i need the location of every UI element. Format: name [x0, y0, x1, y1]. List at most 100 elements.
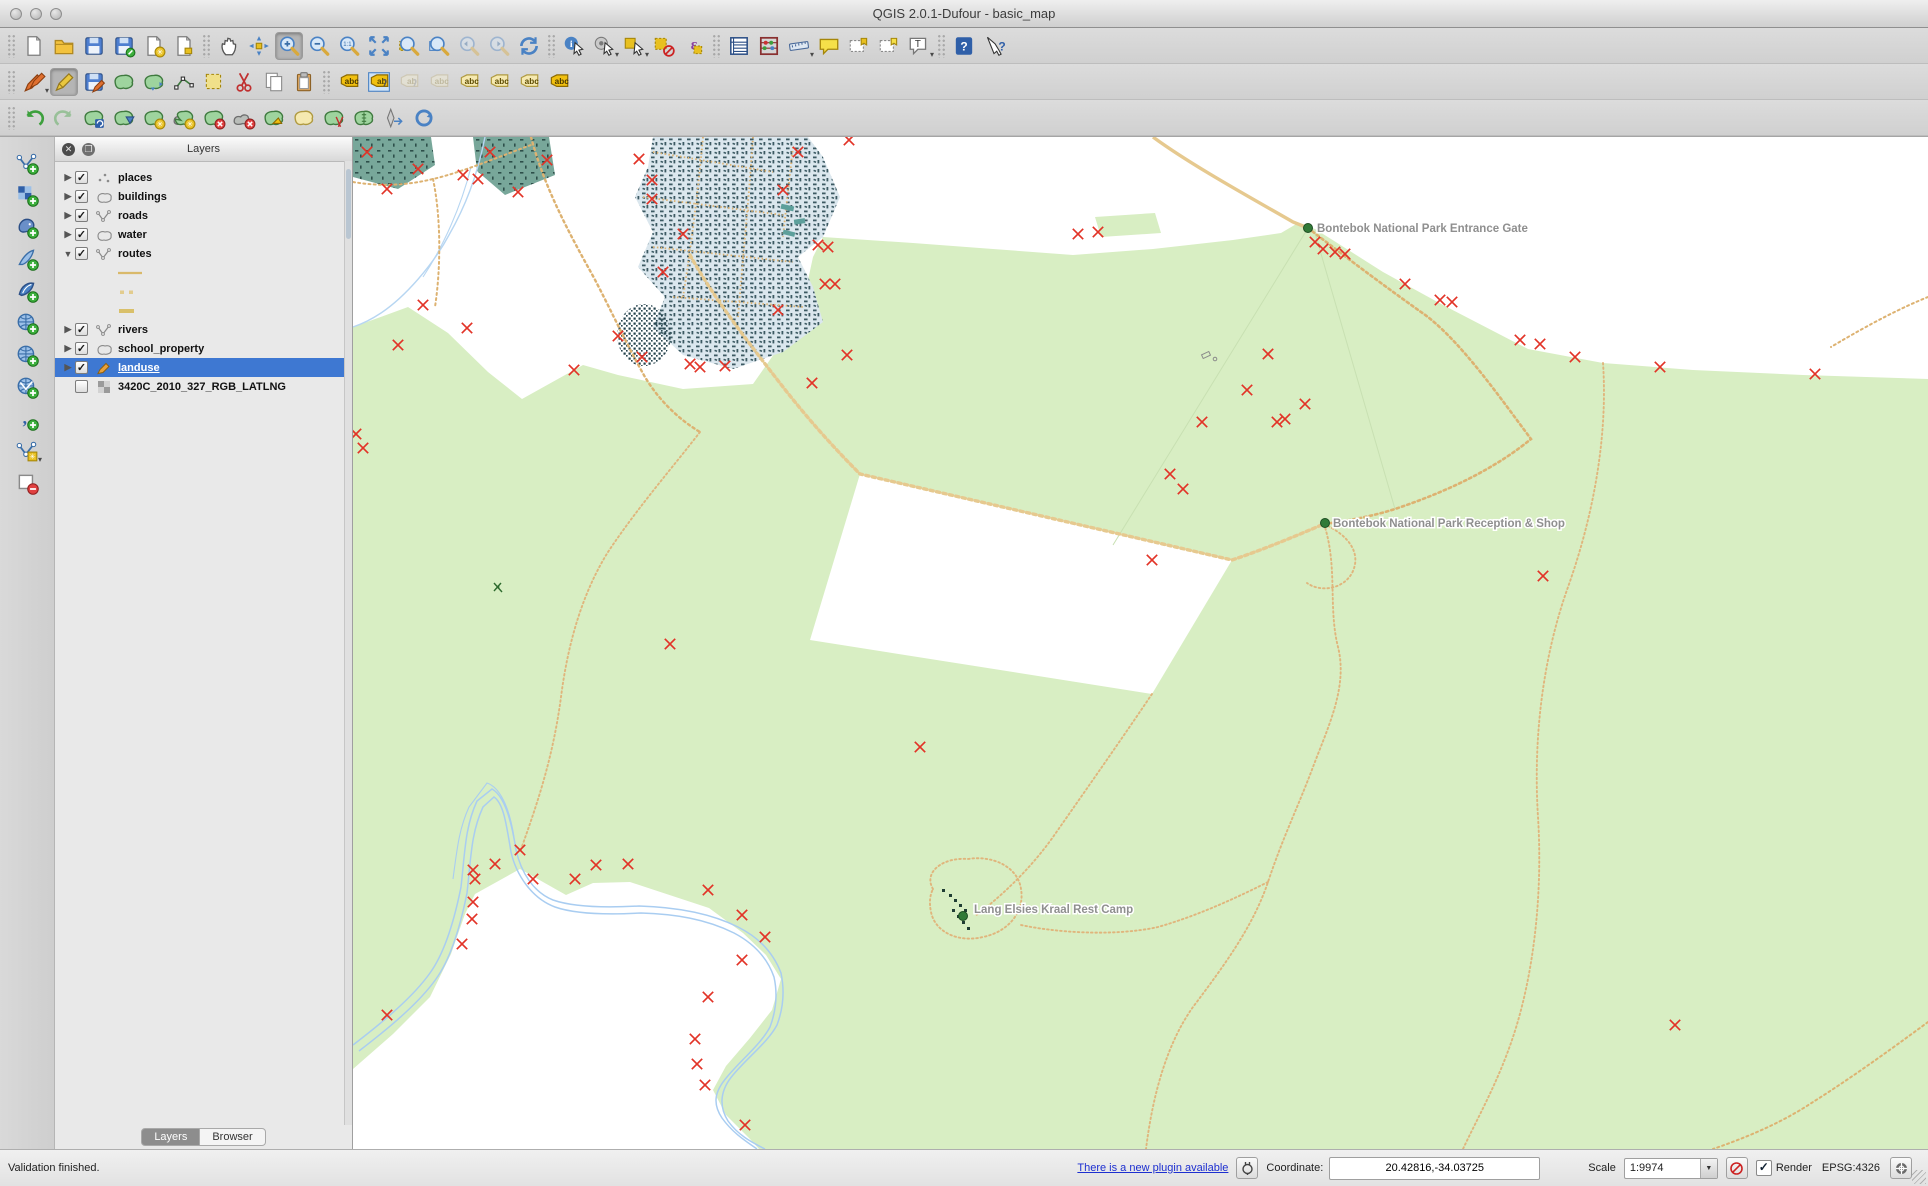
zoom-selection-button[interactable]	[395, 32, 423, 60]
zoom-layer-button[interactable]	[425, 32, 453, 60]
add-part-button[interactable]: ✳	[170, 104, 198, 132]
coordinate-input[interactable]	[1329, 1156, 1541, 1180]
delete-selected-button[interactable]	[200, 68, 228, 96]
tab-layers[interactable]: Layers	[141, 1128, 201, 1146]
select-features-button[interactable]: ▾	[620, 32, 649, 60]
rotate-feature-button[interactable]	[80, 104, 108, 132]
zoom-full-button[interactable]	[365, 32, 393, 60]
zoom-out-button[interactable]	[305, 32, 333, 60]
add-wcs-layer-button[interactable]	[13, 341, 41, 369]
zoom-native-button[interactable]: 1:1	[335, 32, 363, 60]
rotate-point-symbols-button[interactable]	[380, 104, 408, 132]
recenter-button[interactable]	[410, 104, 438, 132]
layer-visibility-checkbox[interactable]: ✓	[75, 342, 88, 355]
field-calculator-button[interactable]	[755, 32, 783, 60]
layer-labeling-button[interactable]: abc	[335, 68, 363, 96]
new-composer-button[interactable]: ✳	[140, 32, 168, 60]
copy-features-button[interactable]	[260, 68, 288, 96]
add-spatialite-layer-button[interactable]	[13, 245, 41, 273]
attribute-table-button[interactable]	[725, 32, 753, 60]
offset-curve-button[interactable]	[290, 104, 318, 132]
pan-map-button[interactable]	[215, 32, 243, 60]
node-tool-button[interactable]	[170, 68, 198, 96]
plugin-icon[interactable]	[1236, 1157, 1259, 1179]
add-ring-button[interactable]: ✳	[140, 104, 168, 132]
reshape-features-button[interactable]	[260, 104, 288, 132]
layer-item-3420C_2010_327_RGB_LATLNG[interactable]: 3420C_2010_327_RGB_LATLNG	[55, 377, 352, 396]
layer-visibility-checkbox[interactable]: ✓	[75, 190, 88, 203]
chevron-right-icon[interactable]: ▶	[61, 229, 75, 240]
help-button[interactable]: ?	[950, 32, 978, 60]
delete-part-button[interactable]	[230, 104, 258, 132]
new-project-button[interactable]	[20, 32, 48, 60]
composer-manager-button[interactable]	[170, 32, 198, 60]
map-tips-button[interactable]	[815, 32, 843, 60]
toggle-editing-button[interactable]	[50, 67, 78, 96]
dropdown-arrow-icon[interactable]: ▾	[810, 50, 814, 59]
label-change-button[interactable]: abc	[515, 68, 543, 96]
layer-visibility-checkbox[interactable]: ✓	[75, 323, 88, 336]
undo-button[interactable]	[20, 104, 48, 132]
split-features-button[interactable]	[320, 104, 348, 132]
paste-features-button[interactable]	[290, 68, 318, 96]
chevron-right-icon[interactable]: ▶	[61, 191, 75, 202]
add-vector-layer-button[interactable]	[13, 149, 41, 177]
stop-render-icon[interactable]	[1725, 1157, 1748, 1179]
layer-visibility-checkbox[interactable]: ✓	[75, 228, 88, 241]
chevron-right-icon[interactable]: ▶	[61, 210, 75, 221]
chevron-right-icon[interactable]: ▶	[61, 343, 75, 354]
select-by-expression-button[interactable]: ε	[680, 32, 708, 60]
move-feature-button[interactable]	[140, 68, 168, 96]
zoom-in-button[interactable]	[275, 31, 303, 60]
current-edits-button[interactable]: ▾	[20, 68, 49, 96]
show-bookmarks-button[interactable]	[875, 32, 903, 60]
add-wms-layer-button[interactable]	[13, 309, 41, 337]
open-project-button[interactable]	[50, 32, 78, 60]
layer-item-buildings[interactable]: ▶ ✓ buildings	[55, 187, 352, 206]
scale-dropdown-icon[interactable]: ▼	[1699, 1158, 1717, 1178]
dropdown-arrow-icon[interactable]: ▾	[45, 86, 49, 95]
new-bookmark-button[interactable]	[845, 32, 873, 60]
dropdown-arrow-icon[interactable]: ▾	[615, 50, 619, 59]
save-layer-edits-button[interactable]	[80, 68, 108, 96]
delete-ring-button[interactable]	[200, 104, 228, 132]
chevron-right-icon[interactable]: ▶	[61, 362, 75, 373]
add-raster-layer-button[interactable]	[13, 181, 41, 209]
layer-item-school_property[interactable]: ▶ ✓ school_property	[55, 339, 352, 358]
chevron-right-icon[interactable]: ▶	[61, 324, 75, 335]
layer-visibility-checkbox[interactable]: ✓	[75, 361, 88, 374]
dropdown-arrow-icon[interactable]: ▾	[645, 50, 649, 59]
simplify-feature-button[interactable]	[110, 104, 138, 132]
resize-grip[interactable]	[1912, 1170, 1926, 1184]
label-rotate-button[interactable]: abc	[485, 68, 513, 96]
add-mssql-layer-button[interactable]	[13, 277, 41, 305]
scale-combo[interactable]: 1:9974 ▼	[1623, 1157, 1718, 1179]
layer-item-places[interactable]: ▶ ✓ places	[55, 168, 352, 187]
layer-item-rivers[interactable]: ▶ ✓ rivers	[55, 320, 352, 339]
map-canvas[interactable]: Bontebok National Park Entrance Gate Bont…	[353, 137, 1928, 1149]
layer-item-landuse[interactable]: ▶ ✓ landuse	[55, 358, 352, 377]
panel-scrollbar[interactable]	[344, 161, 352, 1125]
label-pin-button[interactable]: ab	[365, 68, 393, 96]
cut-features-button[interactable]	[230, 68, 258, 96]
layer-item-water[interactable]: ▶ ✓ water	[55, 225, 352, 244]
label-properties-button[interactable]: abc	[545, 68, 573, 96]
refresh-map-button[interactable]	[515, 32, 543, 60]
render-checkbox[interactable]: ✓	[1755, 1160, 1772, 1176]
new-shapefile-layer-button[interactable]: ✳ ▾	[13, 437, 42, 465]
save-project-button[interactable]	[80, 32, 108, 60]
add-wfs-layer-button[interactable]	[13, 373, 41, 401]
add-delimited-text-layer-button[interactable]: ,	[13, 405, 41, 433]
run-feature-action-button[interactable]: ▾	[590, 32, 619, 60]
add-postgis-layer-button[interactable]	[13, 213, 41, 241]
label-move-button[interactable]: abc	[455, 68, 483, 96]
layer-visibility-checkbox[interactable]	[75, 380, 88, 393]
deselect-features-button[interactable]	[650, 32, 678, 60]
tab-browser[interactable]: Browser	[200, 1128, 266, 1146]
remove-layer-button[interactable]	[13, 469, 41, 497]
pan-to-selection-button[interactable]	[245, 32, 273, 60]
chevron-right-icon[interactable]: ▶	[61, 172, 75, 183]
text-annotation-button[interactable]: T ▾	[905, 32, 934, 60]
measure-button[interactable]: ▾	[785, 32, 814, 60]
layer-item-routes[interactable]: ▼ ✓ routes	[55, 244, 352, 263]
